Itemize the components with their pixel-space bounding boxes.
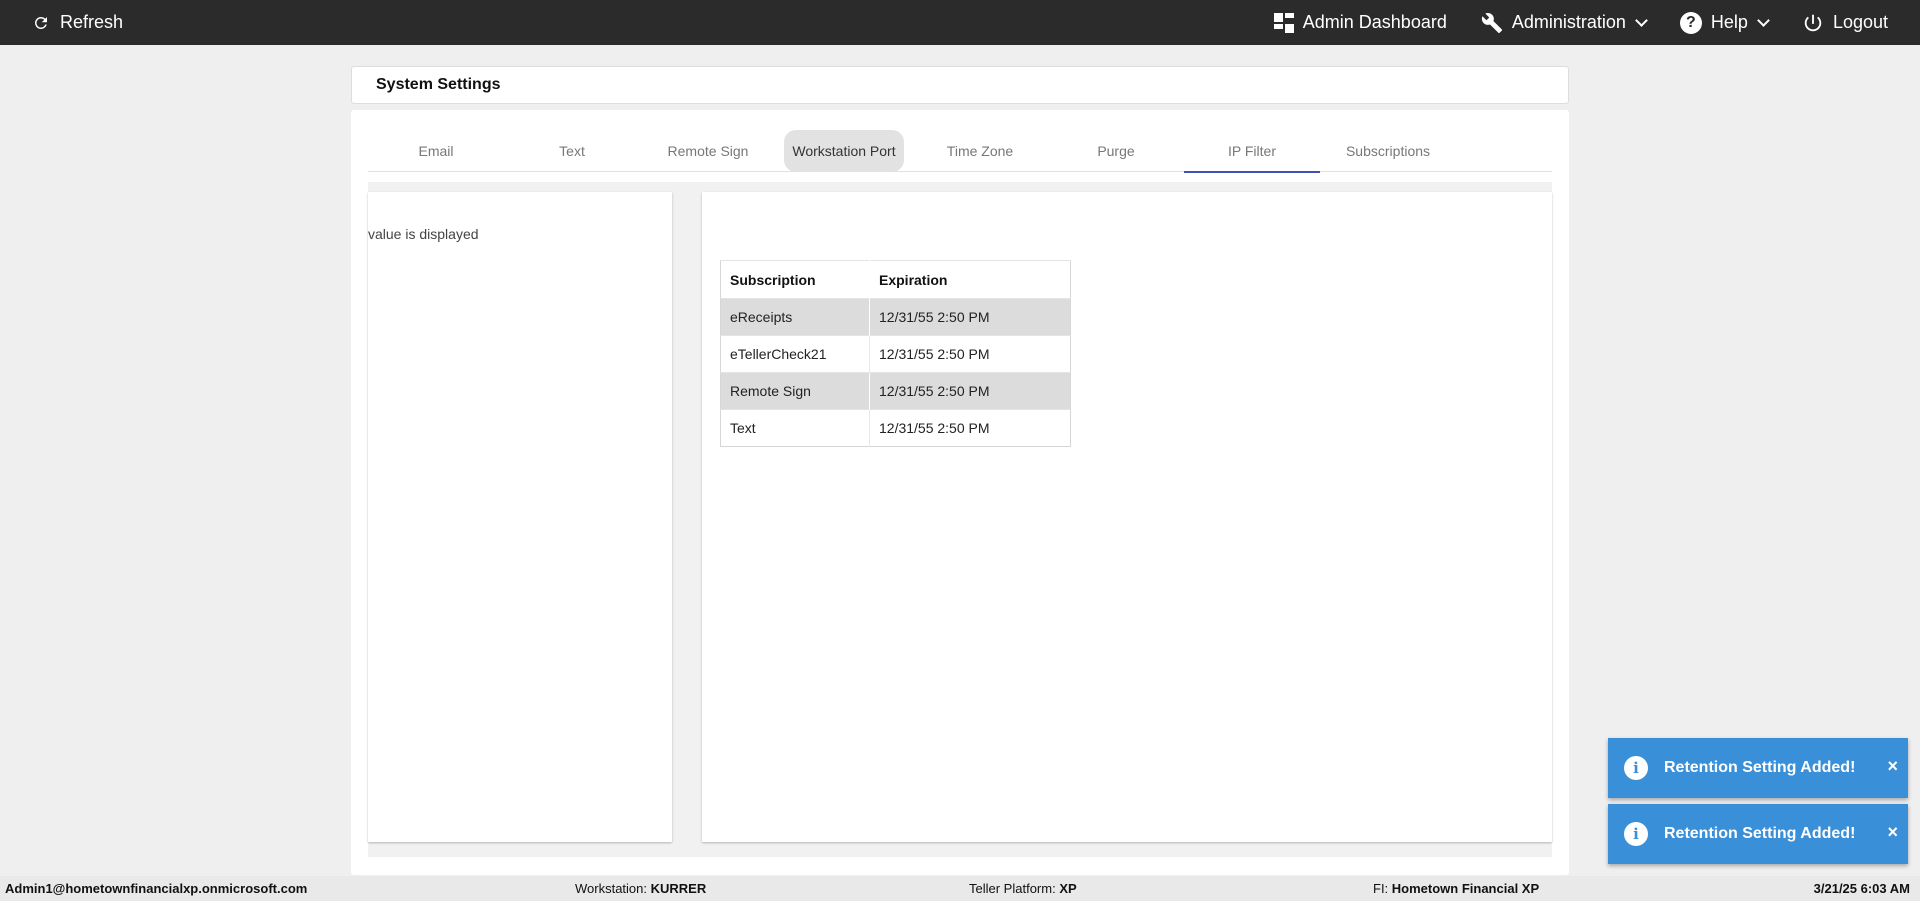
tab-workstation-port[interactable]: Workstation Port — [784, 130, 904, 172]
toast-message: Retention Setting Added! — [1664, 825, 1856, 842]
subscription-name: eTellerCheck21 — [720, 335, 870, 373]
column-header-subscription: Subscription — [720, 260, 870, 299]
table-row: Remote Sign 12/31/55 2:50 PM — [720, 372, 1071, 410]
subscription-expiration: 12/31/55 2:50 PM — [869, 372, 1071, 410]
subscription-name: Text — [720, 409, 870, 447]
footer-user: Admin1@hometownfinancialxp.onmicrosoft.c… — [5, 881, 308, 896]
admin-dashboard-link[interactable]: Admin Dashboard — [1273, 12, 1447, 33]
dashboard-icon — [1273, 12, 1294, 33]
subscription-name: eReceipts — [720, 298, 870, 336]
refresh-icon — [34, 16, 47, 29]
tab-remote-sign[interactable]: Remote Sign — [640, 130, 776, 172]
refresh-button[interactable]: Refresh — [32, 0, 123, 45]
footer-fi: FI: Hometown Financial XP — [1373, 881, 1539, 896]
footer-platform: Teller Platform: XP — [969, 881, 1077, 896]
chevron-down-icon — [1757, 13, 1770, 27]
table-row: eReceipts 12/31/55 2:50 PM — [720, 298, 1071, 336]
help-icon: ? — [1679, 11, 1702, 34]
tab-email[interactable]: Email — [368, 130, 504, 172]
subscription-name: Remote Sign — [720, 372, 870, 410]
workstation-value: KURRER — [650, 881, 707, 896]
footer-datetime: 3/21/25 6:03 AM — [1813, 881, 1910, 896]
toast-message: Retention Setting Added! — [1664, 759, 1856, 776]
table-row: Text 12/31/55 2:50 PM — [720, 409, 1071, 447]
settings-tabs: Email Text Remote Sign Workstation Port … — [368, 130, 1552, 173]
administration-menu[interactable]: Administration — [1481, 12, 1648, 34]
status-bar: Admin1@hometownfinancialxp.onmicrosoft.c… — [0, 876, 1920, 901]
tab-time-zone[interactable]: Time Zone — [912, 130, 1048, 172]
top-bar: Refresh Admin Dashboard Administration ?… — [0, 0, 1920, 45]
tab-text[interactable]: Text — [504, 130, 640, 172]
footer-workstation: Workstation: KURRER — [575, 881, 706, 896]
refresh-label: Refresh — [60, 12, 124, 32]
toast-notification: i Retention Setting Added! × — [1608, 738, 1908, 798]
subscription-expiration: 12/31/55 2:50 PM — [879, 346, 990, 362]
administration-label: Administration — [1511, 12, 1626, 32]
subscriptions-panel: Subscription Expiration eReceipts 12/31/… — [702, 192, 1552, 842]
workstation-label: Workstation: — [575, 881, 651, 896]
power-icon — [1804, 14, 1822, 31]
close-icon[interactable]: × — [1887, 756, 1898, 777]
wrench-icon — [1481, 12, 1502, 33]
info-icon: i — [1624, 756, 1648, 780]
tab-purge[interactable]: Purge — [1048, 130, 1184, 172]
left-panel: value is displayed — [368, 192, 672, 842]
toast-notification: i Retention Setting Added! × — [1608, 804, 1908, 864]
logout-label: Logout — [1832, 12, 1888, 32]
help-label: Help — [1710, 12, 1748, 32]
info-icon: i — [1624, 822, 1648, 846]
fi-value: Hometown Financial XP — [1391, 881, 1540, 896]
top-nav: Admin Dashboard Administration ? Help Lo… — [1273, 0, 1920, 45]
settings-card: Email Text Remote Sign Workstation Port … — [351, 110, 1569, 875]
column-header-expiration: Expiration — [869, 260, 1071, 299]
logout-button[interactable]: Logout — [1802, 12, 1888, 34]
tab-ip-filter[interactable]: IP Filter — [1184, 130, 1320, 173]
table-header-row: Subscription Expiration — [720, 260, 1071, 299]
chevron-down-icon — [1635, 13, 1648, 27]
fi-label: FI: — [1373, 881, 1392, 896]
page-title: System Settings — [351, 66, 1569, 104]
left-panel-text: value is displayed — [368, 226, 479, 242]
tab-subscriptions[interactable]: Subscriptions — [1320, 130, 1456, 172]
platform-label: Teller Platform: — [969, 881, 1060, 896]
help-menu[interactable]: ? Help — [1679, 11, 1770, 34]
platform-value: XP — [1059, 881, 1077, 896]
subscription-expiration: 12/31/55 2:50 PM — [869, 298, 1071, 336]
subscriptions-table: Subscription Expiration eReceipts 12/31/… — [720, 260, 1071, 447]
table-row: eTellerCheck21 12/31/55 2:50 PM — [720, 335, 1071, 373]
close-icon[interactable]: × — [1887, 822, 1898, 843]
admin-dashboard-label: Admin Dashboard — [1302, 12, 1447, 32]
subscription-expiration: 12/31/55 2:50 PM — [879, 420, 990, 436]
